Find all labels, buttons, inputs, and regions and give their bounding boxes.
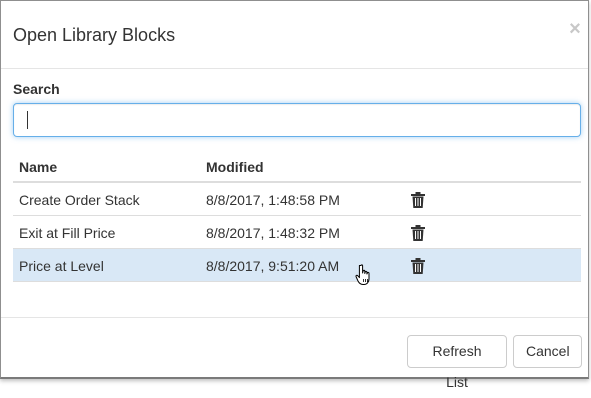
pointer-hand-cursor-icon [355,264,370,285]
table-row[interactable]: Create Order Stack 8/8/2017, 1:48:58 PM [13,183,581,216]
row-modified: 8/8/2017, 9:51:20 AM [206,258,340,274]
dialog-title: Open Library Blocks [13,25,176,45]
trash-icon[interactable] [411,258,425,274]
close-icon[interactable]: × [568,19,582,39]
search-label: Search [13,81,60,97]
cancel-button[interactable]: Cancel [513,335,582,368]
dialog-header: Open Library Blocks × [1,1,588,69]
dialog-footer: Refresh List Cancel [1,317,588,390]
open-library-blocks-dialog: Open Library Blocks × Search Name Modifi… [0,0,589,390]
row-name: Exit at Fill Price [19,225,116,241]
table-row[interactable]: Exit at Fill Price 8/8/2017, 1:48:32 PM [13,216,581,249]
trash-icon[interactable] [411,225,425,241]
column-header-modified: Modified [206,159,264,175]
table-header: Name Modified [13,151,581,183]
library-blocks-table: Name Modified Create Order Stack 8/8/201… [13,151,581,282]
column-header-name: Name [19,159,58,175]
table-row-selected[interactable]: Price at Level 8/8/2017, 9:51:20 AM [13,249,581,282]
row-name: Price at Level [19,258,104,274]
row-modified: 8/8/2017, 1:48:58 PM [206,192,340,208]
text-caret [27,111,28,129]
row-modified: 8/8/2017, 1:48:32 PM [206,225,340,241]
row-name: Create Order Stack [19,192,140,208]
refresh-list-button[interactable]: Refresh List [407,335,507,390]
trash-icon[interactable] [411,192,425,208]
search-input[interactable] [13,103,581,137]
